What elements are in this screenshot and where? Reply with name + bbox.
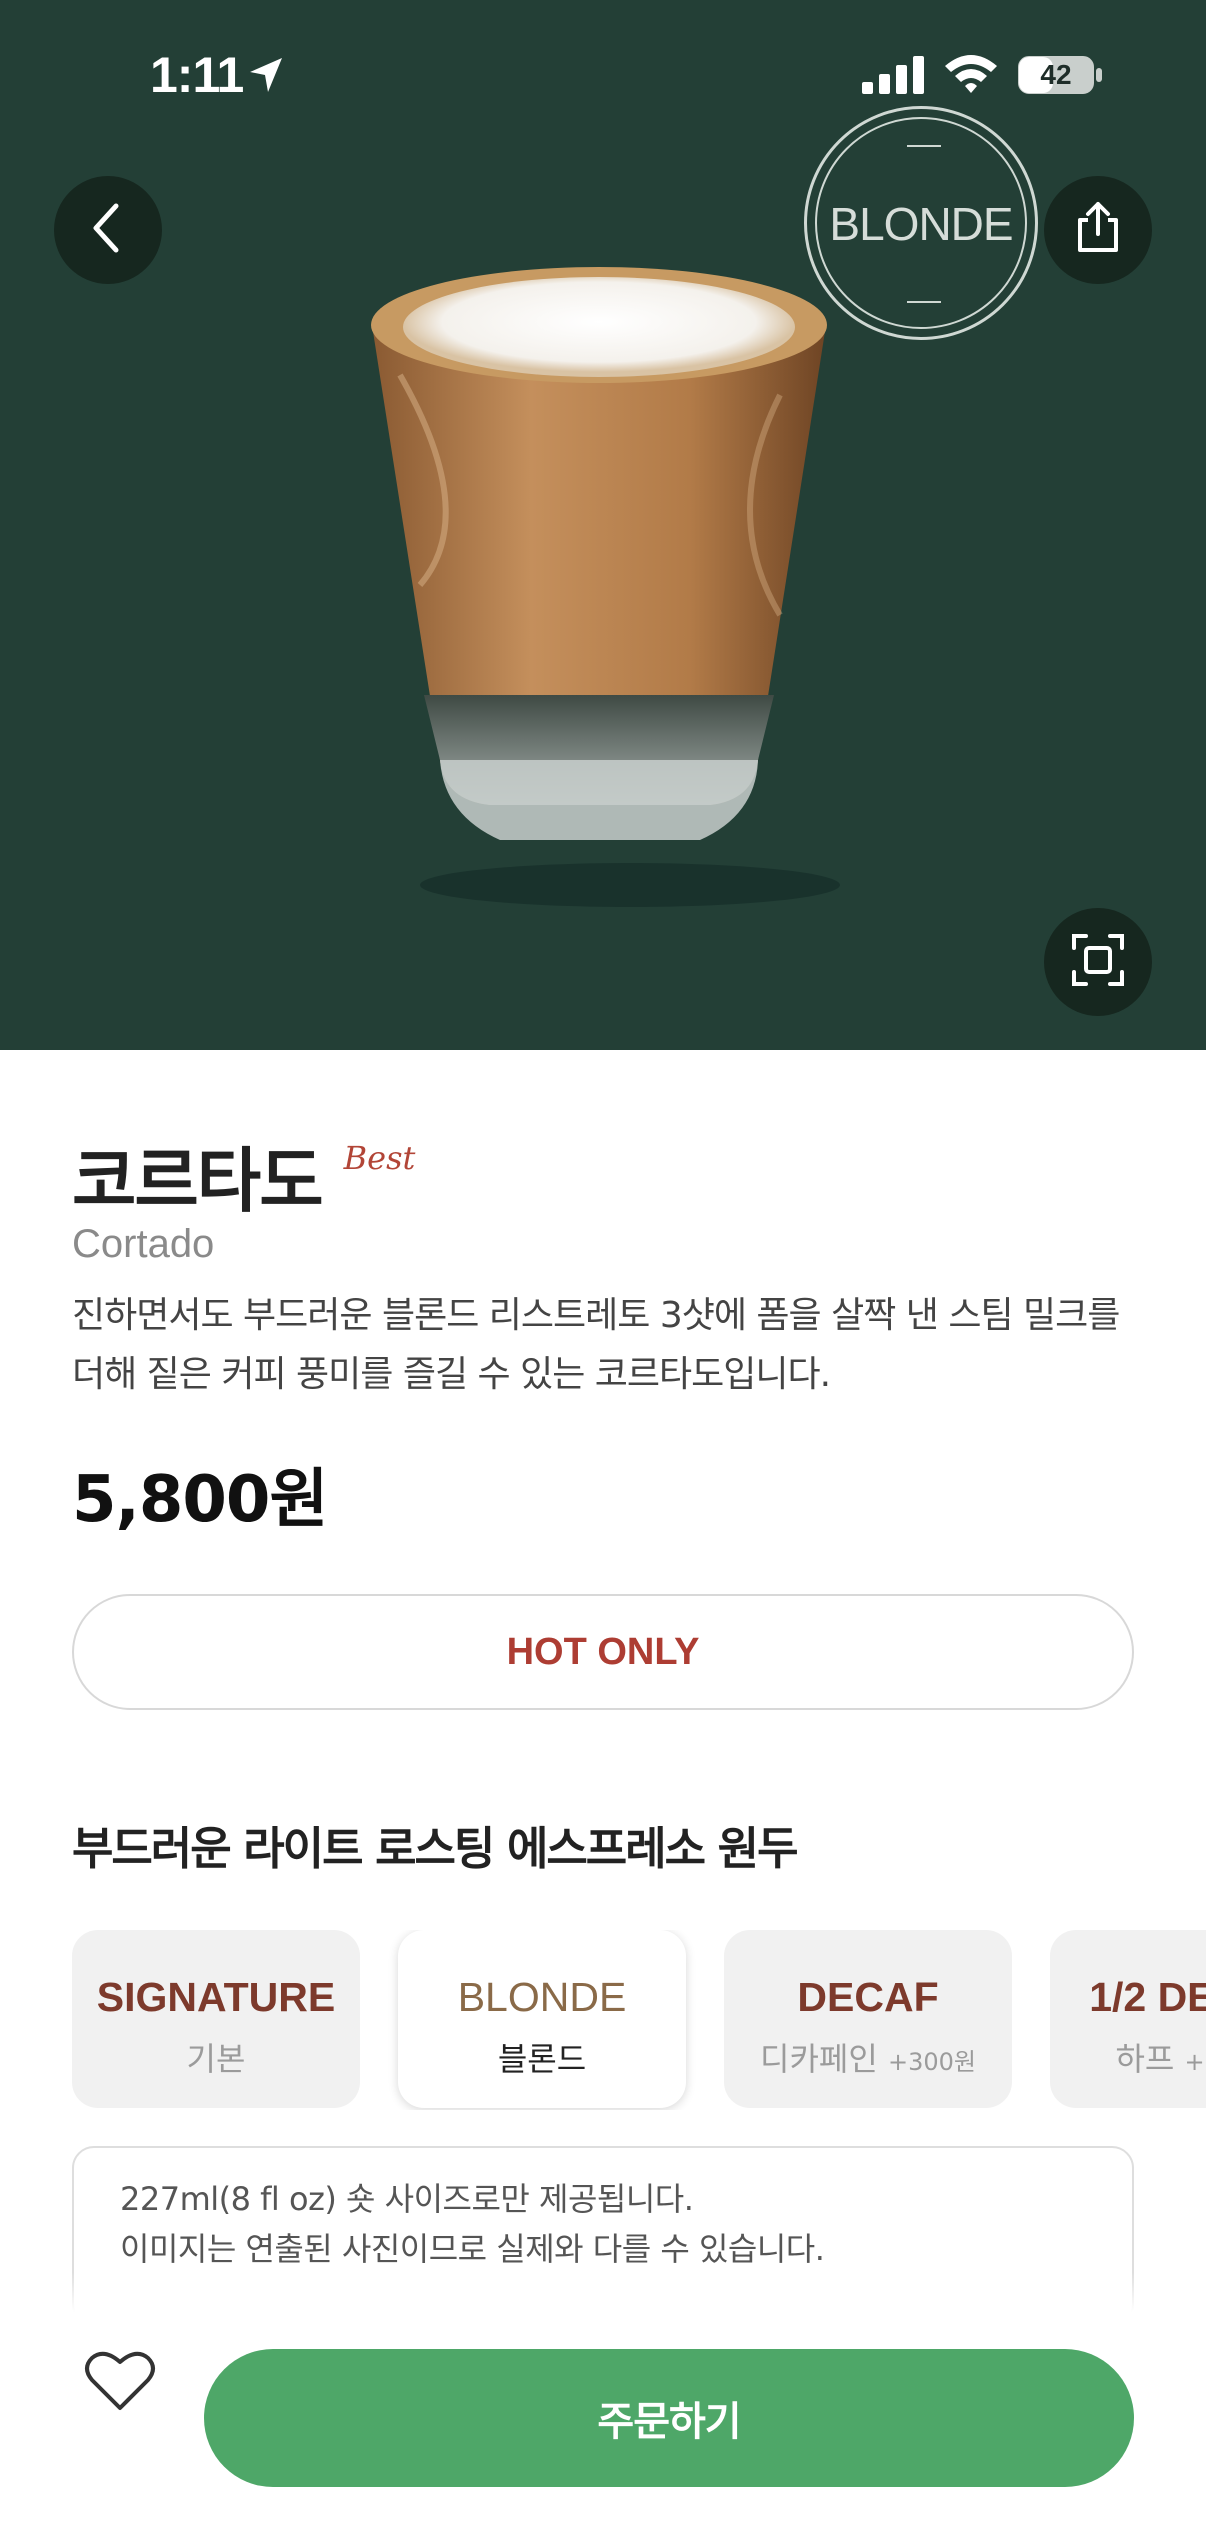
status-bar: 1:11 42	[0, 0, 1206, 150]
fullscreen-icon	[1070, 932, 1126, 992]
notice-line-1: 227ml(8 fl oz) 숏 사이즈로만 제공됩니다.	[120, 2180, 694, 2218]
option-label: 1/2 DECAF	[1089, 1974, 1206, 2020]
option-signature[interactable]: SIGNATURE 기본	[72, 1930, 360, 2108]
favorite-button[interactable]	[84, 2348, 156, 2412]
product-price: 5,800원	[72, 1463, 328, 1537]
heart-icon	[84, 2351, 156, 2416]
product-description: 진하면서도 부드러운 블론드 리스트레토 3샷에 폼을 살짝 낸 스팀 밀크를 …	[72, 1295, 1120, 1395]
bottom-bar: 주문하기	[0, 2312, 1206, 2526]
location-arrow-icon	[248, 56, 284, 98]
option-sub: 기본	[186, 2040, 246, 2078]
option-label: DECAF	[797, 1974, 939, 2020]
option-decaf[interactable]: DECAF 디카페인 +300원	[724, 1930, 1012, 2108]
option-label: BLONDE	[457, 1974, 627, 2020]
option-sub: 디카페인 +300원	[760, 2040, 976, 2078]
bean-section-title: 부드러운 라이트 로스팅 에스프레소 원두	[72, 1822, 798, 1875]
title-row: 코르타도 Best	[72, 1125, 415, 1226]
option-half-decaf[interactable]: 1/2 DECAF 하프 +300원	[1050, 1930, 1206, 2108]
share-icon	[1068, 198, 1128, 262]
battery-level: 42	[1040, 59, 1072, 90]
temperature-badge: HOT ONLY	[72, 1594, 1134, 1710]
notice-line-2: 이미지는 연출된 사진이므로 실제와 다를 수 있습니다.	[120, 2230, 825, 2268]
bottom-fade	[0, 2272, 1206, 2312]
status-time: 1:11	[150, 47, 244, 103]
signal-icon	[862, 56, 926, 98]
wifi-icon	[943, 52, 999, 98]
product-name: 코르타도	[72, 1140, 324, 1222]
option-blonde[interactable]: BLONDE 블론드	[398, 1930, 686, 2108]
back-icon	[88, 198, 128, 262]
fullscreen-button[interactable]	[1044, 908, 1152, 1016]
back-button[interactable]	[54, 176, 162, 284]
option-sub: 블론드	[497, 2040, 587, 2078]
hero-image-area: 1:11 42 BLONDE	[0, 0, 1206, 1050]
product-english-name: Cortado	[72, 1222, 215, 1266]
order-button[interactable]: 주문하기	[204, 2349, 1134, 2487]
bean-options: SIGNATURE 기본 BLONDE 블론드 DECAF 디카페인 +300원…	[72, 1930, 1206, 2110]
blonde-badge-text: BLONDE	[829, 198, 1013, 250]
option-label: SIGNATURE	[96, 1974, 336, 2020]
option-sub: 하프 +300원	[1115, 2040, 1206, 2078]
best-tag: Best	[343, 1139, 416, 1177]
share-button[interactable]	[1044, 176, 1152, 284]
product-image	[360, 255, 850, 919]
